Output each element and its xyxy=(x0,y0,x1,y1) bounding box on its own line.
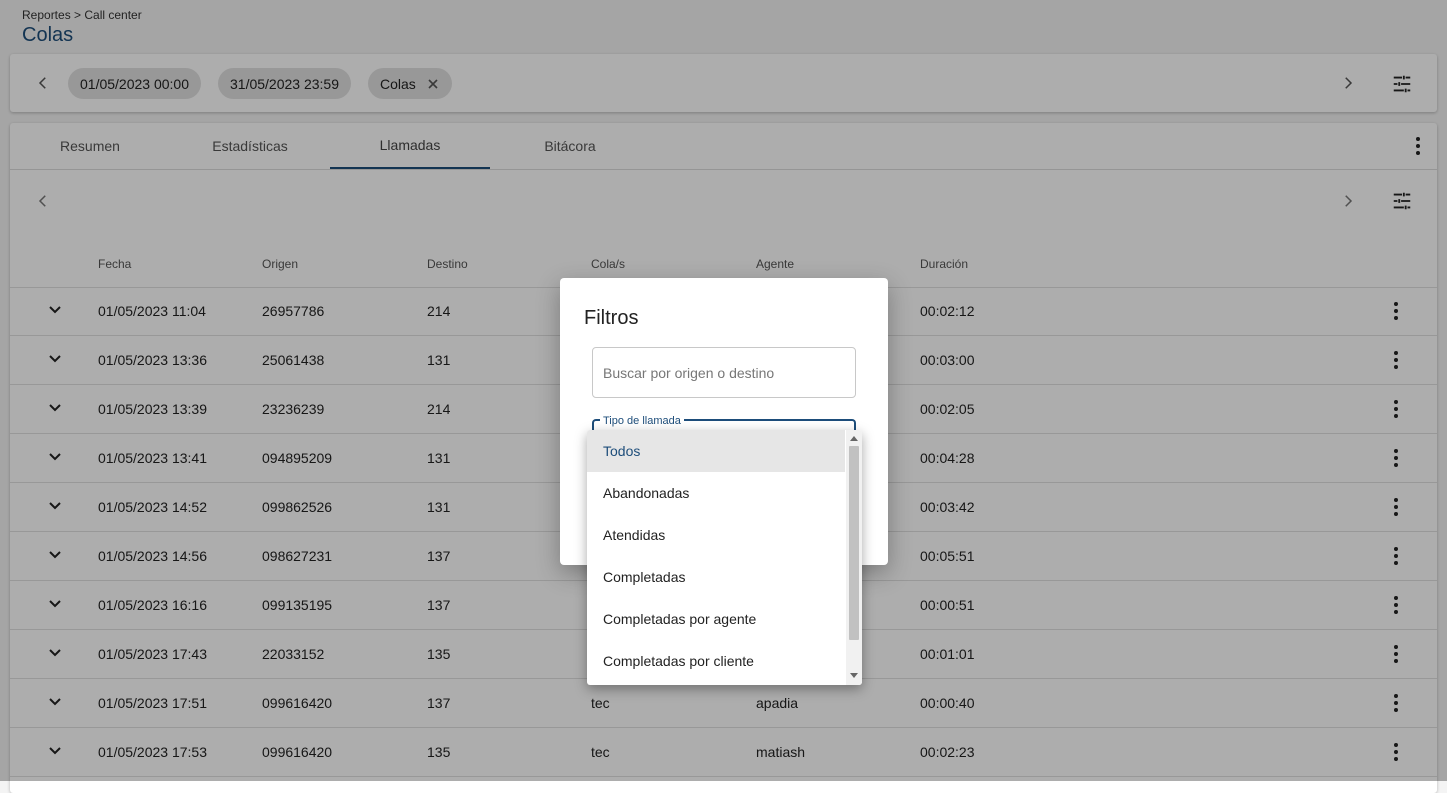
scroll-up-icon[interactable] xyxy=(850,434,858,442)
scroll-thumb[interactable] xyxy=(849,446,859,640)
option-abandonadas[interactable]: Abandonadas xyxy=(587,472,845,514)
option-completadas[interactable]: Completadas xyxy=(587,556,845,598)
dialog-title: Filtros xyxy=(584,307,639,329)
search-input[interactable] xyxy=(592,347,856,398)
option-completadas-por-agente[interactable]: Completadas por agente xyxy=(587,598,845,640)
option-todos[interactable]: Todos xyxy=(587,430,845,472)
option-completadas-por-cliente[interactable]: Completadas por cliente xyxy=(587,640,845,682)
dropdown-scrollbar[interactable] xyxy=(846,430,862,685)
scroll-down-icon[interactable] xyxy=(850,672,858,680)
call-type-dropdown: Todos Abandonadas Atendidas Completadas … xyxy=(587,430,862,685)
option-atendidas[interactable]: Atendidas xyxy=(587,514,845,556)
call-type-select-label: Tipo de llamada xyxy=(600,415,684,427)
page: Reportes > Call center Colas 01/05/2023 … xyxy=(0,0,1447,793)
